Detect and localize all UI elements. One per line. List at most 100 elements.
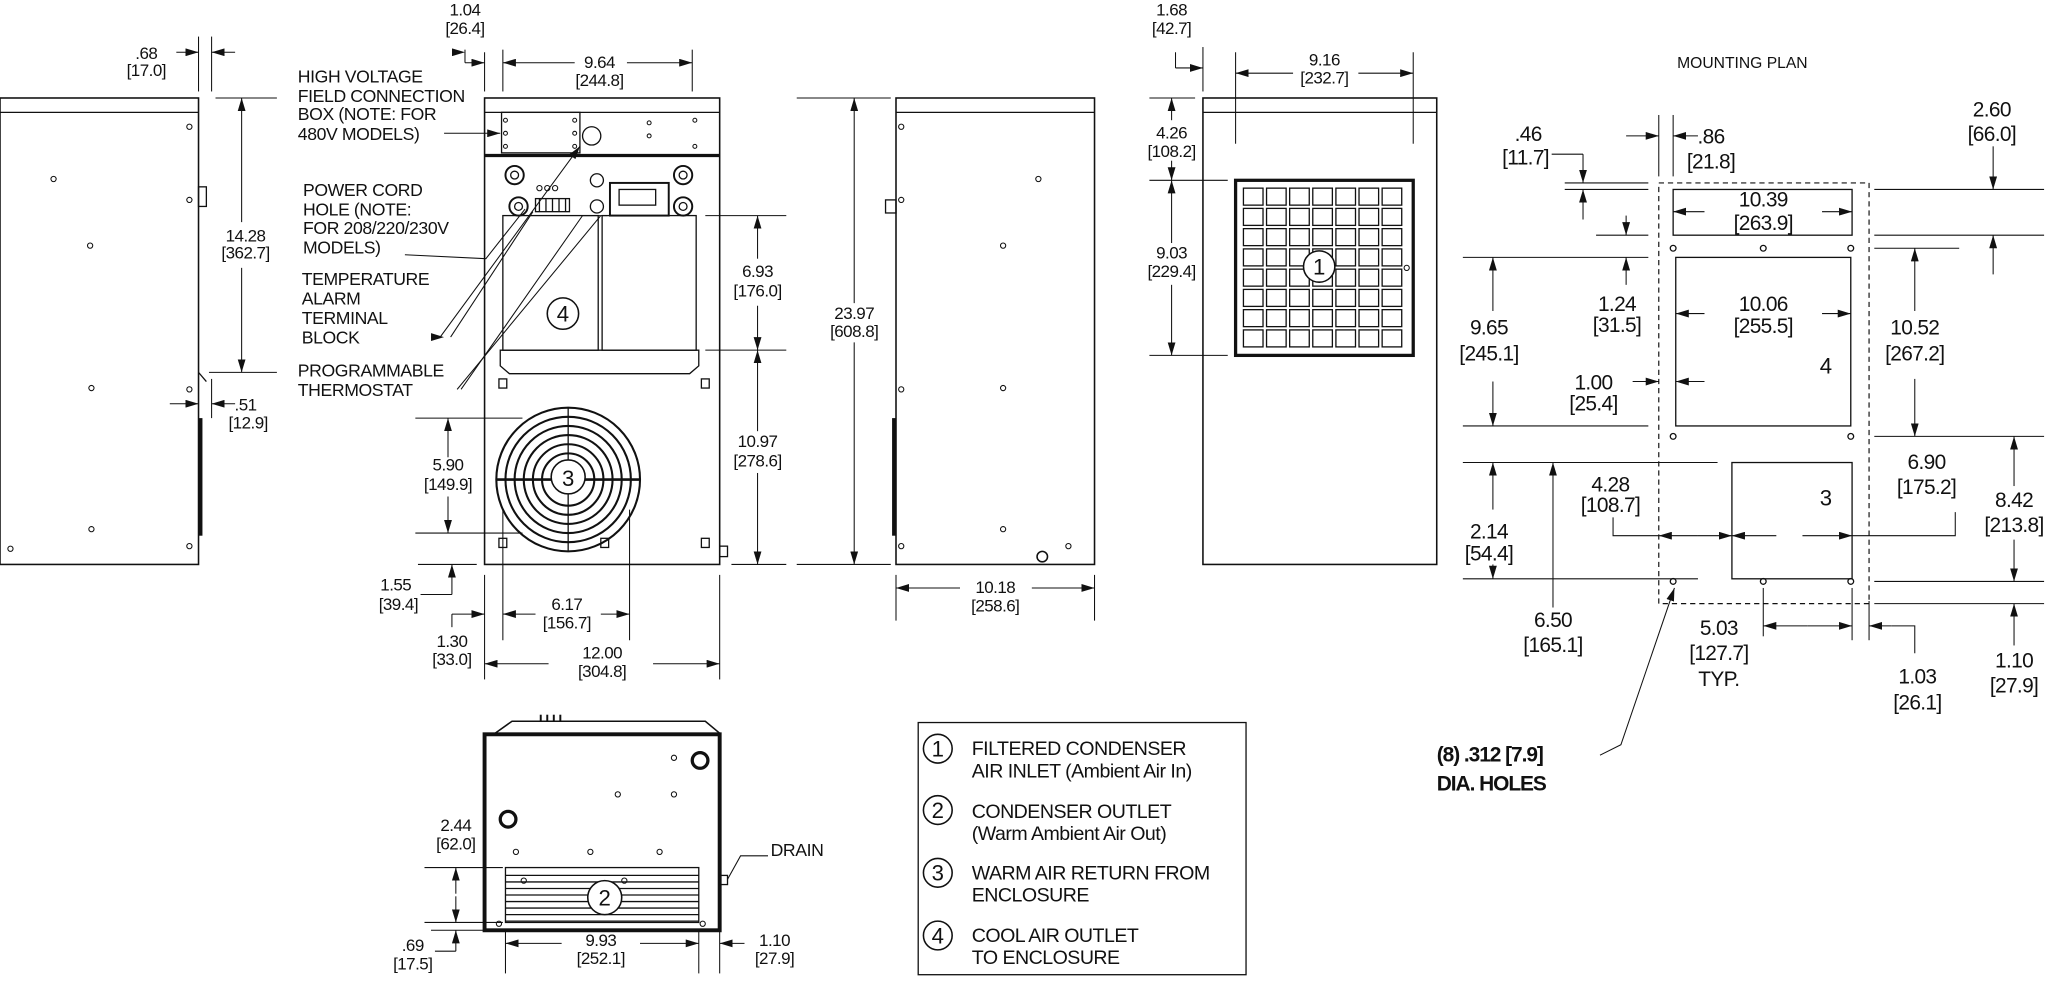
dim-metric: [304.8] (578, 662, 626, 681)
callout-1-filter: 1 (1313, 254, 1325, 279)
dim-value: 1.04 (450, 1, 481, 20)
hole (88, 384, 95, 392)
dim-value: 2.14 (1470, 520, 1508, 543)
dim-metric: [232.7] (1300, 69, 1348, 88)
dim-metric: [267.2] (1885, 343, 1944, 366)
filter-cell (1358, 329, 1380, 348)
filter-cell (1335, 268, 1357, 287)
knockout (678, 201, 688, 212)
dim-value: 1.30 (436, 632, 467, 651)
thermostat-knob (589, 199, 605, 214)
callouts: 4 3 1 2 4 3 (557, 254, 1832, 910)
hole (186, 196, 193, 204)
cool-air-duct (601, 214, 697, 351)
dim-metric: [108.2] (1147, 142, 1195, 161)
filter-cell (1381, 268, 1403, 287)
hole (7, 545, 14, 552)
filter-cell (1381, 187, 1403, 206)
dim-metric: [108.7] (1581, 494, 1640, 517)
filter-cell (1265, 268, 1287, 287)
mounting-hole (1847, 244, 1855, 252)
hole (502, 143, 508, 149)
indicator (589, 173, 605, 188)
filter-cell (1312, 227, 1334, 247)
dim-value: 8.42 (1995, 489, 2033, 512)
mounting-hole (1669, 432, 1677, 440)
hole (898, 543, 905, 550)
hole (692, 117, 698, 123)
dim-value: 10.06 (1739, 293, 1788, 316)
dim-value: 6.93 (742, 262, 773, 281)
hole (572, 130, 578, 136)
filter-cell (1242, 329, 1264, 348)
filter-cell (1312, 309, 1334, 328)
hole (898, 196, 905, 204)
filter-cell (1312, 187, 1334, 206)
dim-metric: [245.1] (1459, 343, 1518, 366)
note-holes: DIA. HOLES (1437, 772, 1547, 795)
dim-metric: [27.9] (755, 949, 794, 968)
knockout (510, 170, 520, 180)
leader-line (1891, 625, 1916, 654)
mounting-hole (1847, 432, 1855, 440)
hole (88, 526, 95, 533)
dim-metric: [213.8] (1984, 514, 2043, 537)
dim-value: 4.28 (1591, 473, 1629, 496)
dim-value: 23.97 (834, 304, 874, 323)
leader-line (1852, 512, 1956, 537)
dim-metric: [156.7] (543, 613, 591, 632)
mounting-hole (1669, 577, 1677, 585)
filter-cell (1242, 248, 1264, 267)
note-power-cord: HOLE (NOTE: (303, 200, 411, 220)
legend-text: TO ENCLOSURE (972, 947, 1120, 969)
knockout (504, 164, 525, 186)
dim-metric: [39.4] (379, 595, 418, 614)
dim-metric: [252.1] (577, 949, 625, 968)
dim-metric: [176.0] (733, 282, 781, 301)
mounting-plan-title: MOUNTING PLAN (1677, 55, 1807, 72)
dim-metric: [66.0] (1968, 123, 2016, 146)
legend-text: COOL AIR OUTLET (972, 925, 1139, 947)
drain (1036, 550, 1049, 563)
filter-cell (1265, 309, 1287, 328)
filter-cell (1381, 207, 1403, 227)
dimension-drawing: 4 3 1 2 4 3 HIGH VOLTAGE FIELD CONNECTIO… (0, 1, 2044, 976)
hole (186, 386, 193, 393)
dim-value: .51 (235, 395, 257, 414)
dim-metric: [17.5] (393, 954, 432, 973)
legend-text: AIR INLET (Ambient Air In) (972, 760, 1192, 782)
note-temp-alarm: TERMINAL (302, 308, 389, 328)
dim-metric: [26.4] (445, 19, 484, 38)
side-edge (198, 371, 207, 382)
note-high-voltage: HIGH VOLTAGE (298, 66, 423, 86)
filter-cell (1265, 227, 1287, 247)
dim-value: 9.64 (584, 53, 615, 72)
leader-line (460, 215, 608, 390)
dim-metric: [54.4] (1465, 543, 1513, 566)
filter-cell (1381, 309, 1403, 328)
side-view-left (0, 97, 200, 566)
dim-value: 9.93 (585, 931, 616, 950)
dim-value: 1.03 (1898, 665, 1936, 688)
dimensions-mounting-plan: .46 [11.7] .86 [21.8] 2.60 [66.0] 10.39 … (1459, 98, 2044, 714)
dim-value: 6.50 (1534, 609, 1572, 632)
filter-cell (1265, 187, 1287, 206)
filter-cell (1242, 288, 1264, 308)
dim-value: .46 (1515, 123, 1542, 146)
dim-value: 1.10 (759, 931, 790, 950)
dim-metric: [149.9] (424, 475, 472, 494)
filter-cell (1358, 227, 1380, 247)
leader-line (1612, 517, 1659, 537)
dim-value: 9.03 (1156, 244, 1187, 263)
legend-text: WARM AIR RETURN FROM (972, 862, 1210, 884)
leader-line (456, 215, 602, 390)
hole (502, 130, 508, 136)
note-power-cord: MODELS) (303, 237, 381, 257)
filter-cell (1358, 248, 1380, 267)
hole (999, 526, 1007, 533)
hole (614, 791, 621, 798)
knockout (690, 750, 710, 770)
dim-note-typ: TYP. (1698, 668, 1739, 691)
filter-cell (1335, 288, 1357, 308)
note-thermostat: PROGRAMMABLE (298, 360, 444, 380)
